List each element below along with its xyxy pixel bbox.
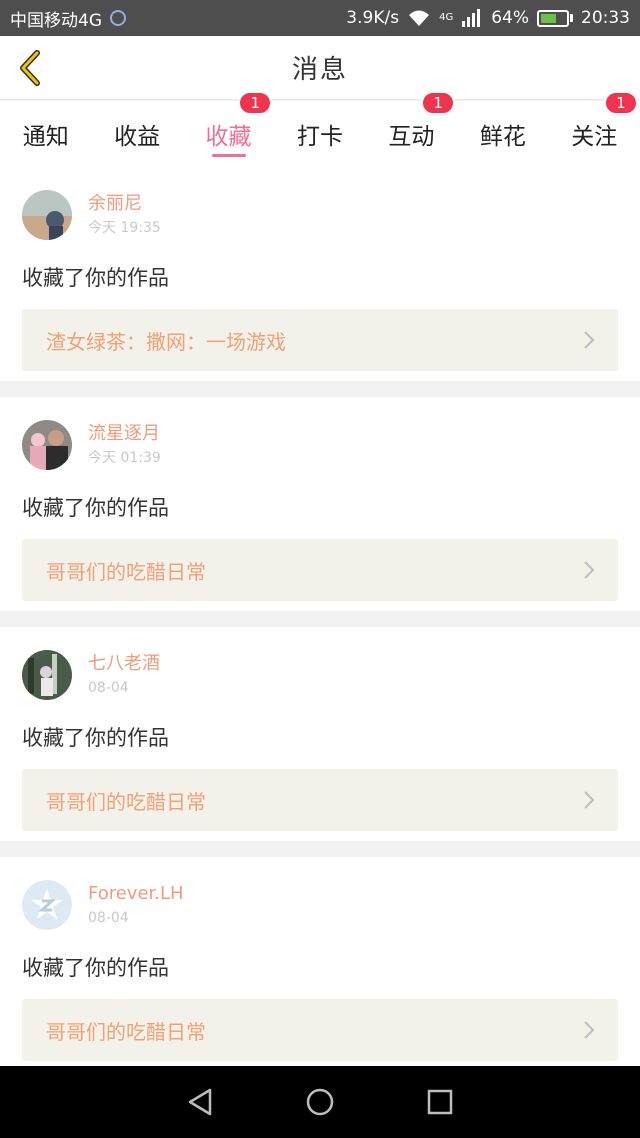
- work-card[interactable]: 哥哥们的吃醋日常: [22, 999, 618, 1061]
- avatar[interactable]: [22, 190, 72, 240]
- tab-badge: 1: [238, 91, 273, 115]
- tab-earnings[interactable]: 收益: [91, 101, 182, 167]
- tab-bar: 通知 收益 收藏 1 打卡 互动 1 鲜花 关注 1: [0, 91, 640, 167]
- tab-flowers[interactable]: 鲜花: [457, 101, 548, 167]
- tab-label: 通知: [22, 124, 69, 150]
- avatar[interactable]: [22, 880, 72, 930]
- system-nav-bar: [0, 1066, 640, 1138]
- chevron-right-icon: [584, 561, 595, 579]
- carrier-label: 中国移动4G: [10, 10, 102, 31]
- message-list: 余丽尼 今天 19:35 收藏了你的作品 渣女绿茶：撒网：一场游戏 流星逐月 今…: [0, 167, 640, 1087]
- tab-label: 收益: [114, 124, 161, 150]
- network-speed: 3.9K/s: [346, 8, 400, 28]
- list-item: 七八老酒 08-04 收藏了你的作品 哥哥们的吃醋日常: [0, 627, 640, 841]
- nav-recents-button[interactable]: [420, 1082, 460, 1122]
- notification-icon: [110, 10, 126, 26]
- tab-label: 打卡: [296, 124, 343, 150]
- action-text: 收藏了你的作品: [22, 496, 169, 520]
- clock: 20:33: [581, 8, 630, 28]
- chevron-right-icon: [584, 1021, 595, 1039]
- tab-notifications[interactable]: 通知: [0, 101, 91, 167]
- tab-badge: 1: [603, 91, 638, 115]
- work-title: 哥哥们的吃醋日常: [46, 559, 206, 584]
- action-text: 收藏了你的作品: [22, 726, 169, 750]
- battery-percent: 64%: [491, 8, 529, 28]
- circle-home-icon: [306, 1088, 334, 1116]
- status-bar: 中国移动4G 3.9K/s 4G 64% 20:33: [0, 0, 640, 36]
- tab-label: 互动: [388, 124, 435, 150]
- signal-icon: [462, 9, 481, 27]
- square-recents-icon: [427, 1089, 453, 1115]
- tab-label: 收藏: [205, 124, 252, 150]
- list-item: Forever.LH 08-04 收藏了你的作品 哥哥们的吃醋日常: [0, 857, 640, 1071]
- tab-follows[interactable]: 关注 1: [549, 91, 640, 167]
- page-title: 消息: [291, 55, 348, 85]
- chevron-right-icon: [584, 791, 595, 809]
- username[interactable]: 七八老酒: [88, 652, 160, 676]
- list-item: 余丽尼 今天 19:35 收藏了你的作品 渣女绿茶：撒网：一场游戏: [0, 167, 640, 381]
- work-card[interactable]: 渣女绿茶：撒网：一场游戏: [22, 309, 618, 371]
- action-text: 收藏了你的作品: [22, 956, 169, 980]
- username[interactable]: Forever.LH: [88, 882, 184, 906]
- avatar[interactable]: [22, 420, 72, 470]
- timestamp: 08-04: [88, 680, 129, 696]
- username[interactable]: 余丽尼: [88, 192, 161, 216]
- action-text: 收藏了你的作品: [22, 266, 169, 290]
- screen: 中国移动4G 3.9K/s 4G 64% 20:33 消息 通知 收益 收藏 1…: [0, 0, 640, 1138]
- chevron-right-icon: [584, 331, 595, 349]
- list-item: 流星逐月 今天 01:39 收藏了你的作品 哥哥们的吃醋日常: [0, 397, 640, 611]
- avatar[interactable]: [22, 650, 72, 700]
- back-button[interactable]: [10, 46, 50, 90]
- app-header: 消息: [0, 36, 640, 100]
- timestamp: 今天 01:39: [88, 450, 161, 466]
- timestamp: 08-04: [88, 910, 129, 926]
- work-title: 哥哥们的吃醋日常: [46, 789, 206, 814]
- wifi-icon: [409, 10, 430, 26]
- battery-icon: [537, 9, 573, 27]
- tab-checkin[interactable]: 打卡: [274, 101, 365, 167]
- tab-favorites[interactable]: 收藏 1: [183, 91, 274, 167]
- network-type: 4G: [439, 12, 454, 23]
- work-card[interactable]: 哥哥们的吃醋日常: [22, 769, 618, 831]
- tab-label: 鲜花: [479, 124, 526, 150]
- tab-label: 关注: [571, 124, 618, 150]
- nav-home-button[interactable]: [300, 1082, 340, 1122]
- tab-interactions[interactable]: 互动 1: [366, 91, 457, 167]
- username[interactable]: 流星逐月: [88, 422, 161, 446]
- tab-badge: 1: [421, 91, 456, 115]
- work-title: 渣女绿茶：撒网：一场游戏: [46, 329, 286, 354]
- timestamp: 今天 19:35: [88, 220, 161, 236]
- chevron-left-icon: [20, 50, 40, 86]
- nav-back-button[interactable]: [180, 1082, 220, 1122]
- work-card[interactable]: 哥哥们的吃醋日常: [22, 539, 618, 601]
- triangle-back-icon: [188, 1088, 212, 1116]
- work-title: 哥哥们的吃醋日常: [46, 1019, 206, 1044]
